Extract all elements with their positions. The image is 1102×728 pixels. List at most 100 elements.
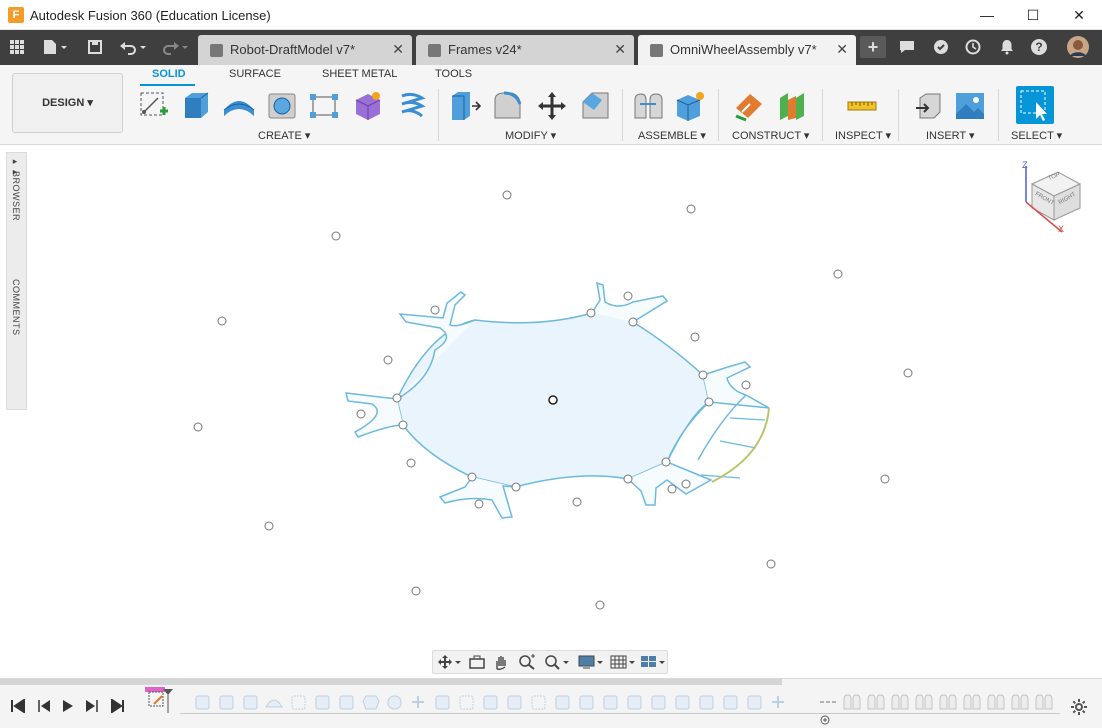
- modify-menu[interactable]: MODIFY ▾: [505, 129, 556, 142]
- joint-icon[interactable]: [632, 90, 664, 120]
- sketch-point[interactable]: [623, 474, 633, 484]
- tab-sheet-metal[interactable]: SHEET METAL: [322, 68, 397, 80]
- timeline-joints[interactable]: [820, 693, 1060, 713]
- sketch-point[interactable]: [903, 368, 913, 378]
- inspect-menu[interactable]: INSPECT ▾: [835, 129, 891, 142]
- sketch-point[interactable]: [411, 586, 421, 596]
- sketch-point[interactable]: [741, 380, 751, 390]
- help-icon[interactable]: ?: [1028, 36, 1050, 58]
- sketch-point[interactable]: [628, 317, 638, 327]
- chamfer-icon[interactable]: [580, 90, 612, 120]
- sketch-point[interactable]: [698, 370, 708, 380]
- clock-icon[interactable]: [962, 36, 984, 58]
- zoom-window-icon[interactable]: [517, 654, 537, 670]
- midplane-icon[interactable]: [776, 90, 808, 120]
- sketch-point[interactable]: [833, 269, 843, 279]
- close-window-button[interactable]: ✕: [1056, 0, 1102, 30]
- press-pull-icon[interactable]: [448, 90, 482, 120]
- user-avatar[interactable]: [1066, 36, 1090, 58]
- save-icon[interactable]: [84, 36, 106, 58]
- timeline-scrollbar[interactable]: [0, 679, 782, 685]
- file-menu-icon[interactable]: [38, 36, 72, 58]
- tab-frames[interactable]: Frames v24* ✕: [416, 35, 634, 65]
- display-settings-icon[interactable]: [577, 654, 605, 670]
- orbit-icon[interactable]: [435, 654, 463, 670]
- sketch-canvas[interactable]: [0, 146, 1102, 676]
- go-to-end-icon[interactable]: [110, 698, 126, 716]
- apps-grid-icon[interactable]: [6, 36, 28, 58]
- play-icon[interactable]: [60, 699, 76, 716]
- tab-tools[interactable]: TOOLS: [435, 68, 472, 80]
- new-tab-button[interactable]: +: [860, 36, 886, 58]
- sketch-point[interactable]: [217, 316, 227, 326]
- sketch-point[interactable]: [661, 457, 671, 467]
- timeline-marker-icon[interactable]: [163, 689, 173, 716]
- close-tab-icon[interactable]: ✕: [392, 41, 404, 58]
- create-menu[interactable]: CREATE ▾: [258, 129, 310, 142]
- new-component-icon[interactable]: [674, 90, 706, 121]
- hole-icon[interactable]: [266, 90, 298, 120]
- revolve-icon[interactable]: [222, 90, 255, 120]
- sketch-point[interactable]: [766, 559, 776, 569]
- grid-settings-icon[interactable]: [609, 654, 637, 670]
- sketch-point[interactable]: [623, 291, 633, 301]
- timeline-settings-gear-icon[interactable]: [1070, 698, 1088, 719]
- insert-canvas-icon[interactable]: [954, 90, 986, 120]
- select-icon[interactable]: [1016, 86, 1054, 124]
- sketch-point[interactable]: [704, 397, 714, 407]
- bell-icon[interactable]: [996, 36, 1018, 58]
- sketch-point[interactable]: [474, 499, 484, 509]
- timeline-group-icon[interactable]: [820, 714, 830, 728]
- sketch-point[interactable]: [383, 355, 393, 365]
- select-menu[interactable]: SELECT ▾: [1011, 129, 1062, 142]
- coil-icon[interactable]: [396, 90, 428, 120]
- sketch-point[interactable]: [356, 409, 366, 419]
- measure-icon[interactable]: [846, 90, 878, 120]
- undo-icon[interactable]: [116, 36, 150, 58]
- sketch-point[interactable]: [264, 521, 274, 531]
- pan-icon[interactable]: [491, 654, 511, 670]
- sketch-point[interactable]: [511, 482, 521, 492]
- sketch-point[interactable]: [690, 332, 700, 342]
- zoom-icon[interactable]: [543, 654, 571, 670]
- sketch-point[interactable]: [667, 484, 677, 494]
- fillet-icon[interactable]: [492, 90, 524, 120]
- sketch-point[interactable]: [586, 308, 596, 318]
- sketch-point[interactable]: [572, 497, 582, 507]
- offset-plane-icon[interactable]: [732, 90, 764, 122]
- sketch-point[interactable]: [430, 305, 440, 315]
- rectangular-pattern-icon[interactable]: [308, 90, 340, 120]
- sketch-point[interactable]: [502, 190, 512, 200]
- sketch-point[interactable]: [331, 231, 341, 241]
- move-copy-icon[interactable]: [536, 90, 568, 120]
- redo-icon[interactable]: [158, 36, 192, 58]
- sketch-point[interactable]: [406, 458, 416, 468]
- sketch-point[interactable]: [595, 600, 605, 610]
- sketch-origin-point[interactable]: [548, 395, 558, 405]
- tab-surface[interactable]: SURFACE: [229, 68, 281, 80]
- viewcube[interactable]: Z X TOP FRONT RIGHT: [1018, 160, 1084, 236]
- tab-robot-draftmodel[interactable]: Robot-DraftModel v7* ✕: [198, 35, 412, 65]
- sketch-point[interactable]: [681, 479, 691, 489]
- assemble-menu[interactable]: ASSEMBLE ▾: [638, 129, 706, 142]
- maximize-button[interactable]: ☐: [1010, 0, 1056, 30]
- construct-menu[interactable]: CONSTRUCT ▾: [732, 129, 809, 142]
- go-to-start-icon[interactable]: [10, 698, 26, 716]
- insert-menu[interactable]: INSERT ▾: [926, 129, 975, 142]
- comment-icon[interactable]: [896, 36, 918, 58]
- close-tab-icon[interactable]: ✕: [614, 41, 626, 58]
- step-forward-icon[interactable]: [84, 699, 100, 716]
- sketch-point[interactable]: [398, 420, 408, 430]
- sketch-point[interactable]: [193, 422, 203, 432]
- create-form-icon[interactable]: [352, 90, 384, 120]
- minimize-button[interactable]: —: [964, 0, 1010, 30]
- timeline-features[interactable]: [180, 693, 820, 713]
- tab-solid[interactable]: SOLID: [152, 68, 186, 80]
- close-tab-icon[interactable]: ✕: [836, 41, 848, 58]
- insert-derive-icon[interactable]: [912, 90, 944, 120]
- tab-omniwheelassembly[interactable]: OmniWheelAssembly v7* ✕: [638, 35, 856, 65]
- sketch-point[interactable]: [880, 474, 890, 484]
- job-status-icon[interactable]: [930, 36, 952, 58]
- create-sketch-icon[interactable]: [138, 90, 170, 120]
- step-back-icon[interactable]: [36, 699, 52, 716]
